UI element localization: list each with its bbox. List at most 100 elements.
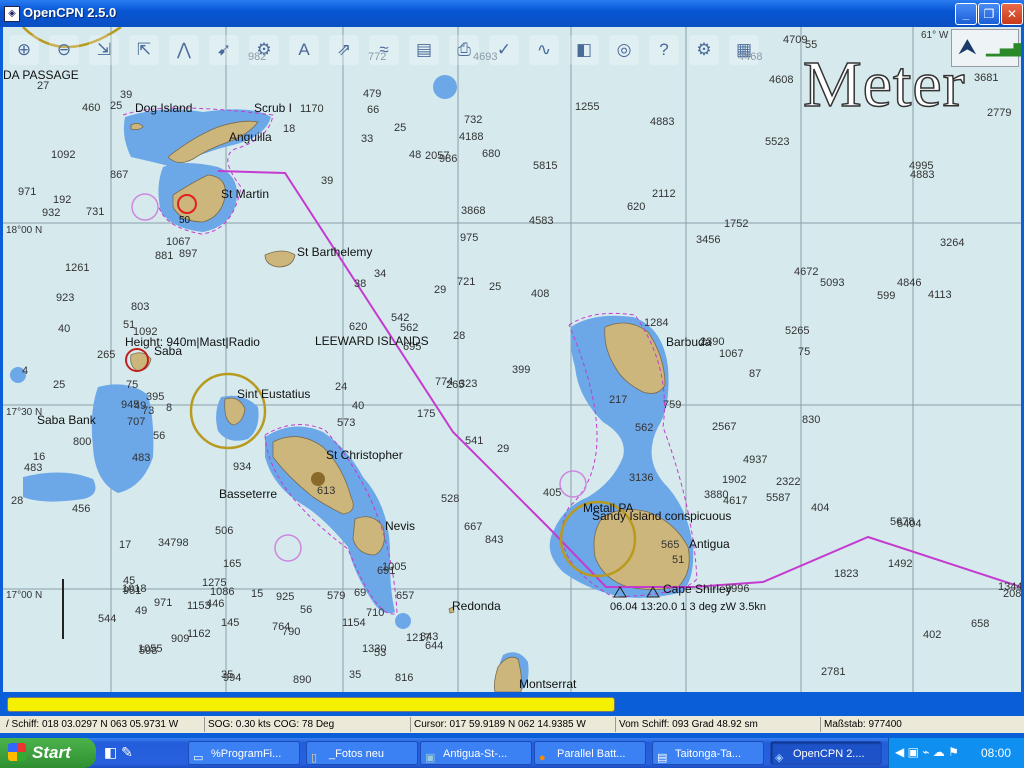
place-label: Basseterre (219, 487, 277, 501)
place-label: Metall PA (583, 501, 633, 515)
title-bar[interactable]: ◈ OpenCPN 2.5.0 _ ❐ ✕ (0, 0, 1024, 27)
depth-sounding: 1284 (644, 317, 668, 329)
compass-gps-widget[interactable]: ⮝ ▁▃▅ (951, 29, 1021, 67)
taskbar-item[interactable]: ◈ OpenCPN 2.... (770, 741, 882, 765)
depth-sounding: 1275 (202, 577, 226, 589)
current-icon[interactable]: ⇗ (329, 35, 359, 65)
depth-sounding: 4883 (650, 116, 674, 128)
depth-sounding: 732 (464, 114, 482, 126)
depth-sounding: 87 (749, 368, 761, 380)
depth-sounding: 18 (283, 123, 295, 135)
depth-sounding: 1154 (342, 617, 366, 629)
colour-scheme-icon[interactable]: ◧ (569, 35, 599, 65)
depth-sounding: 562 (400, 322, 418, 334)
speed-course: SOG: 0.30 kts COG: 78 Deg (204, 717, 408, 732)
taskbar-item-label: Parallel Batt... (557, 748, 626, 760)
maximize-button[interactable]: ❐ (978, 3, 1000, 25)
depth-sounding: 710 (366, 607, 384, 619)
depth-sounding: 1261 (65, 262, 89, 274)
taskbar-item[interactable]: ▯ _Fotos neu (306, 741, 418, 765)
taskbar-app-icon: ▯ (311, 752, 318, 764)
depth-sounding: 395 (146, 391, 164, 403)
depth-sounding: 599 (877, 290, 895, 302)
depth-sounding: 4583 (529, 215, 553, 227)
text-icon[interactable]: A (289, 35, 319, 65)
place-label: Antigua (689, 537, 730, 551)
tray-icons[interactable]: ◀ ▣ ⌁ ☁ ⚑ (895, 745, 959, 759)
plugin-icon[interactable]: ⚙ (689, 35, 719, 65)
minimize-button[interactable]: _ (955, 3, 977, 25)
latitude-label: 17°30 N (6, 407, 42, 418)
depth-sounding: 265 (97, 349, 115, 361)
depth-sounding: 843 (420, 631, 438, 643)
chart-icon[interactable]: ▤ (409, 35, 439, 65)
depth-sounding: 34798 (158, 537, 189, 549)
quick-launch-icon[interactable]: ◧ ✎ (104, 744, 133, 760)
follow-icon[interactable]: ➹ (209, 35, 239, 65)
taskbar-item[interactable]: ▤ Taitonga-Ta... (652, 741, 764, 765)
place-label: Anguilla (229, 130, 272, 144)
depth-sounding: 4672 (794, 266, 818, 278)
depth-sounding: 38 (354, 278, 366, 290)
taskbar-item[interactable]: ▭ %ProgramFi... (188, 741, 300, 765)
chart-graphics[interactable]: 4602710929718677311929321261923407342652… (3, 27, 1021, 692)
depth-sounding: 541 (465, 435, 483, 447)
window-title: OpenCPN 2.5.0 (23, 5, 117, 20)
help-icon[interactable]: ? (649, 35, 679, 65)
depth-sounding: 192 (53, 194, 71, 206)
depth-sounding: 3456 (696, 234, 720, 246)
place-label: Height: 940m|Mast|Radio (125, 335, 260, 349)
depth-sounding: 28 (11, 495, 23, 507)
taskbar-item[interactable]: ● Parallel Batt... (534, 741, 646, 765)
depth-sounding: 890 (293, 674, 311, 686)
depth-sounding: 3681 (974, 72, 998, 84)
quick-launch[interactable]: ◧ ✎ (104, 744, 154, 762)
depth-sounding: 35 (221, 669, 233, 681)
units-overlay: Meter (802, 47, 966, 122)
close-button[interactable]: ✕ (1001, 3, 1023, 25)
faint-toolbar-number: 982 (248, 51, 267, 63)
depth-sounding: 145 (221, 617, 239, 629)
depth-sounding: 613 (317, 485, 335, 497)
scale-in-icon[interactable]: ⇲ (89, 35, 119, 65)
taskbar-item[interactable]: ▣ Antigua-St-... (420, 741, 532, 765)
shoal-patch (433, 75, 457, 99)
depth-sounding: 75 (126, 379, 138, 391)
depth-sounding: 25 (394, 122, 406, 134)
depth-sounding: 40 (352, 400, 364, 412)
depth-sounding: 323 (459, 378, 477, 390)
place-label: Nevis (385, 519, 415, 533)
depth-sounding: 48 (409, 149, 421, 161)
depth-sounding: 565 (661, 539, 679, 551)
montserrat-land (494, 656, 522, 692)
main-toolbar: ⊕ ⊖ ⇲ ⇱ ⋀ ➹ ⚙ A ⇗ ≈ ▤ ⎙ ✓ ∿ ◧ ◎? ⚙ ▦ 772 4693 982 4468 (3, 27, 793, 73)
depth-sounding: 5265 (785, 325, 809, 337)
depth-sounding: 923 (56, 292, 74, 304)
place-label: Montserrat (519, 677, 577, 691)
ship-position: / Schiff: 018 03.0297 N 063 05.9731 W (6, 719, 179, 730)
zoom-in-icon[interactable]: ⊕ (9, 35, 39, 65)
bearing-distance: Vom Schiff: 093 Grad 48.92 sm (615, 717, 819, 732)
drawing-icon[interactable]: ∿ (529, 35, 559, 65)
taskbar-item-label: %ProgramFi... (211, 748, 282, 760)
depth-sounding: 707 (127, 416, 145, 428)
route-icon[interactable]: ⋀ (169, 35, 199, 65)
longitude-label: 61° W (921, 30, 949, 41)
depth-sounding: 4937 (743, 454, 767, 466)
zoom-out-icon[interactable]: ⊖ (49, 35, 79, 65)
depth-sounding: 66 (367, 104, 379, 116)
depth-sounding: 843 (485, 534, 503, 546)
depth-sounding: 932 (42, 207, 60, 219)
depth-sounding: 830 (802, 414, 820, 426)
taskbar: Start ◧ ✎ ▭ %ProgramFi... ▯ _Fotos neu ▣ Anti… (0, 738, 1024, 768)
place-label: Scrub I (254, 101, 292, 115)
depth-sounding: 56 (153, 430, 165, 442)
depth-sounding: 75 (798, 346, 810, 358)
mob-icon[interactable]: ◎ (609, 35, 639, 65)
start-button[interactable]: Start (0, 738, 96, 768)
scale-out-icon[interactable]: ⇱ (129, 35, 159, 65)
nautical-chart-canvas[interactable]: 460 27 1092 971 867 731 192 932 1261 923 40 73 4 265 2… (3, 27, 1021, 692)
shallow-water-areas (10, 75, 694, 692)
depth-sounding: 1255 (575, 101, 599, 113)
latitude-label: 18°00 N (6, 225, 42, 236)
